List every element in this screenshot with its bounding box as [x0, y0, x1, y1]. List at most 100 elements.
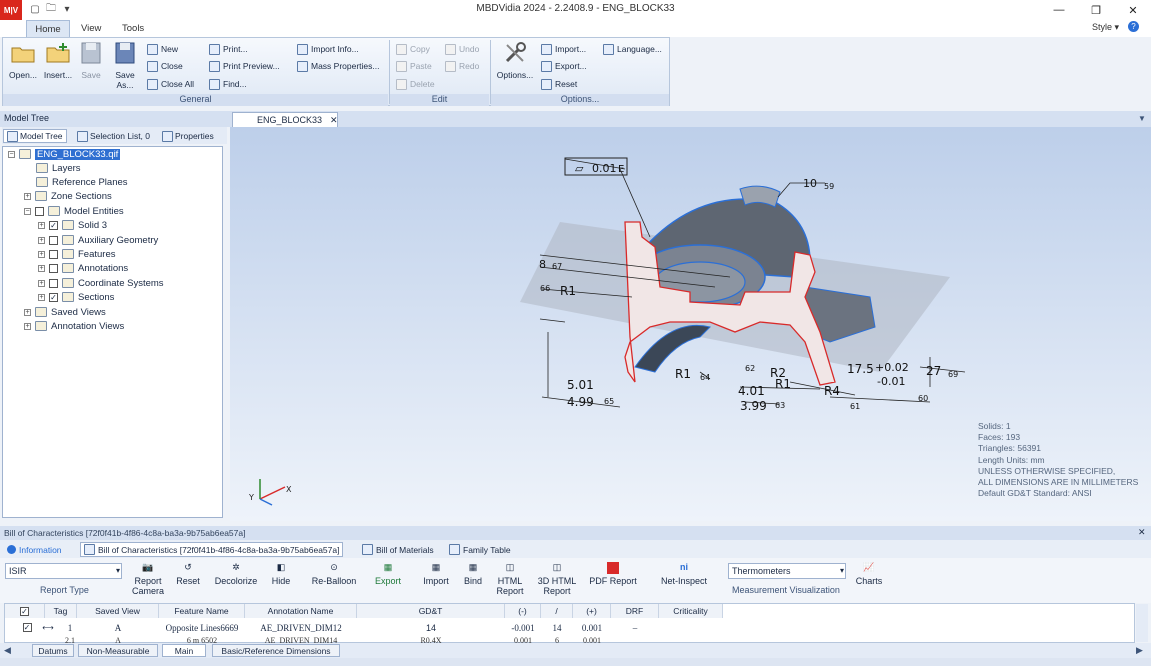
tree-item-reference-planes[interactable]: Reference Planes [36, 175, 128, 189]
save-as-button[interactable]: Save As... [110, 40, 140, 90]
col-gdt[interactable]: GD&T [357, 604, 505, 618]
document-tab[interactable]: ENG_BLOCK33 ✕ [232, 112, 338, 127]
checkbox[interactable] [49, 278, 58, 288]
minimize-button[interactable]: — [1044, 1, 1074, 19]
bind-button[interactable]: ▦ Bind [460, 562, 486, 586]
cell-criticality[interactable] [659, 621, 723, 634]
language-button[interactable]: Language... [603, 41, 662, 57]
cell-feature-name[interactable]: Opposite Lines6669 [159, 621, 245, 634]
3d-html-report-button[interactable]: ◫ 3D HTML Report [536, 562, 578, 596]
tab-family-table[interactable]: Family Table [446, 542, 514, 557]
import-info-button[interactable]: Import Info... [297, 41, 359, 57]
grid-select-all-checkbox[interactable]: ✓ [5, 604, 45, 618]
row-checkbox[interactable]: ✓ [20, 621, 34, 634]
tab-tools[interactable]: Tools [112, 20, 154, 37]
col-plus[interactable]: (+) [573, 604, 611, 618]
tab-properties[interactable]: Properties [159, 129, 217, 143]
measurement-visualization-select[interactable]: Thermometers ▾ [728, 563, 846, 579]
tree-item-aux-geometry[interactable]: + Auxiliary Geometry [38, 233, 158, 247]
cell-saved-view[interactable]: A [77, 621, 159, 634]
scroll-left-icon[interactable]: ◀ [4, 645, 11, 656]
col-tag[interactable]: Tag [45, 604, 77, 618]
col-saved-view[interactable]: Saved View [77, 604, 159, 618]
maximize-button[interactable]: ❐ [1081, 1, 1111, 19]
sheet-tab-non-measurable[interactable]: Non-Measurable [78, 644, 158, 657]
col-minus[interactable]: (-) [505, 604, 541, 618]
import-settings-button[interactable]: Import... [541, 41, 586, 57]
checkbox[interactable] [49, 249, 58, 259]
collapse-icon[interactable]: − [8, 150, 15, 158]
grid-vertical-scrollbar[interactable] [1136, 604, 1148, 642]
close-doc-button[interactable]: Close [147, 58, 183, 74]
help-icon[interactable]: ? [1128, 21, 1139, 32]
collapse-icon[interactable]: − [24, 207, 31, 215]
tree-item-annotation-views[interactable]: + Annotation Views [24, 319, 124, 333]
expand-icon[interactable]: + [38, 221, 45, 229]
checkbox-checked[interactable]: ✓ [20, 606, 29, 616]
redo-button[interactable]: Redo [445, 58, 479, 74]
tab-view[interactable]: View [71, 20, 111, 37]
copy-button[interactable]: Copy [396, 41, 430, 57]
sheet-tab-main[interactable]: Main [162, 644, 206, 657]
expand-icon[interactable]: + [38, 293, 45, 301]
mass-properties-button[interactable]: Mass Properties... [297, 58, 380, 74]
tab-model-tree[interactable]: Model Tree [3, 129, 67, 143]
hide-button[interactable]: ◧ Hide [268, 562, 294, 586]
reset-settings-button[interactable]: Reset [541, 76, 577, 92]
tree-item-layers[interactable]: Layers [36, 161, 81, 175]
tab-selection-list[interactable]: Selection List, 0 [74, 129, 153, 143]
sheet-tab-basic-reference[interactable]: Basic/Reference Dimensions [212, 644, 340, 657]
pdf-report-button[interactable]: PDF Report [588, 562, 638, 586]
html-report-button[interactable]: ◫ HTML Report [494, 562, 526, 596]
close-button[interactable]: ✕ [1118, 1, 1148, 19]
open-button[interactable]: Open... [7, 40, 39, 80]
export-settings-button[interactable]: Export... [541, 58, 587, 74]
expand-icon[interactable]: + [24, 192, 31, 200]
expand-icon[interactable]: + [38, 279, 45, 287]
cell-plus[interactable]: 0.001 [573, 621, 611, 634]
insert-button[interactable]: Insert... [42, 40, 74, 80]
cell-drf[interactable]: – [611, 621, 659, 634]
col-criticality[interactable]: Criticality [659, 604, 723, 618]
decolorize-button[interactable]: ✲ Decolorize [212, 562, 260, 586]
cell-nominal[interactable]: 14 [541, 621, 573, 634]
expand-icon[interactable]: + [38, 236, 45, 244]
tree-item-sections[interactable]: + ✓ Sections [38, 290, 114, 304]
cell-gdt[interactable]: 14 [357, 621, 505, 634]
col-nominal[interactable]: / [541, 604, 573, 618]
close-all-button[interactable]: Close All [147, 76, 194, 92]
tree-item-annotations[interactable]: + Annotations [38, 261, 128, 275]
tree-item-model-entities[interactable]: − Model Entities [24, 204, 124, 218]
paste-button[interactable]: Paste [396, 58, 432, 74]
col-feature-name[interactable]: Feature Name [159, 604, 245, 618]
expand-icon[interactable]: + [24, 308, 31, 316]
export-button[interactable]: ▦ Export [370, 562, 406, 586]
print-button[interactable]: Print... [209, 41, 248, 57]
expand-icon[interactable]: + [38, 264, 45, 272]
print-preview-button[interactable]: Print Preview... [209, 58, 280, 74]
tab-bill-of-characteristics[interactable]: Bill of Characteristics [72f0f41b-4f86-4… [80, 542, 344, 557]
tree-item-solid[interactable]: + ✓ Solid 3 [38, 218, 107, 232]
find-button[interactable]: Find... [209, 76, 247, 92]
tree-item-saved-views[interactable]: + Saved Views [24, 305, 106, 319]
new-button[interactable]: New [147, 41, 178, 57]
report-camera-button[interactable]: 📷 Report Camera [130, 562, 166, 596]
charts-button[interactable]: 📈 Charts [854, 562, 884, 586]
tree-item-coordinate-systems[interactable]: + Coordinate Systems [38, 276, 164, 290]
tree-item-zone-sections[interactable]: + Zone Sections [24, 189, 112, 203]
undo-button[interactable]: Undo [445, 41, 479, 57]
tab-home[interactable]: Home [26, 20, 70, 37]
checkbox-checked[interactable]: ✓ [22, 623, 32, 632]
expand-icon[interactable]: + [38, 250, 45, 258]
checkbox[interactable] [49, 263, 58, 273]
import-button[interactable]: ▦ Import [420, 562, 452, 586]
tree-item-features[interactable]: + Features [38, 247, 116, 261]
cell-annotation-name[interactable]: AE_DRIVEN_DIM12 [245, 621, 357, 634]
tab-information[interactable]: Information [4, 542, 65, 557]
viewport-dropdown-icon[interactable]: ▼ [1138, 114, 1146, 123]
tab-bill-of-materials[interactable]: Bill of Materials [359, 542, 437, 557]
delete-button[interactable]: Delete [396, 76, 435, 92]
cell-minus[interactable]: -0.001 [505, 621, 541, 634]
checkbox-checked[interactable]: ✓ [49, 292, 58, 302]
checkbox-checked[interactable]: ✓ [49, 220, 58, 230]
